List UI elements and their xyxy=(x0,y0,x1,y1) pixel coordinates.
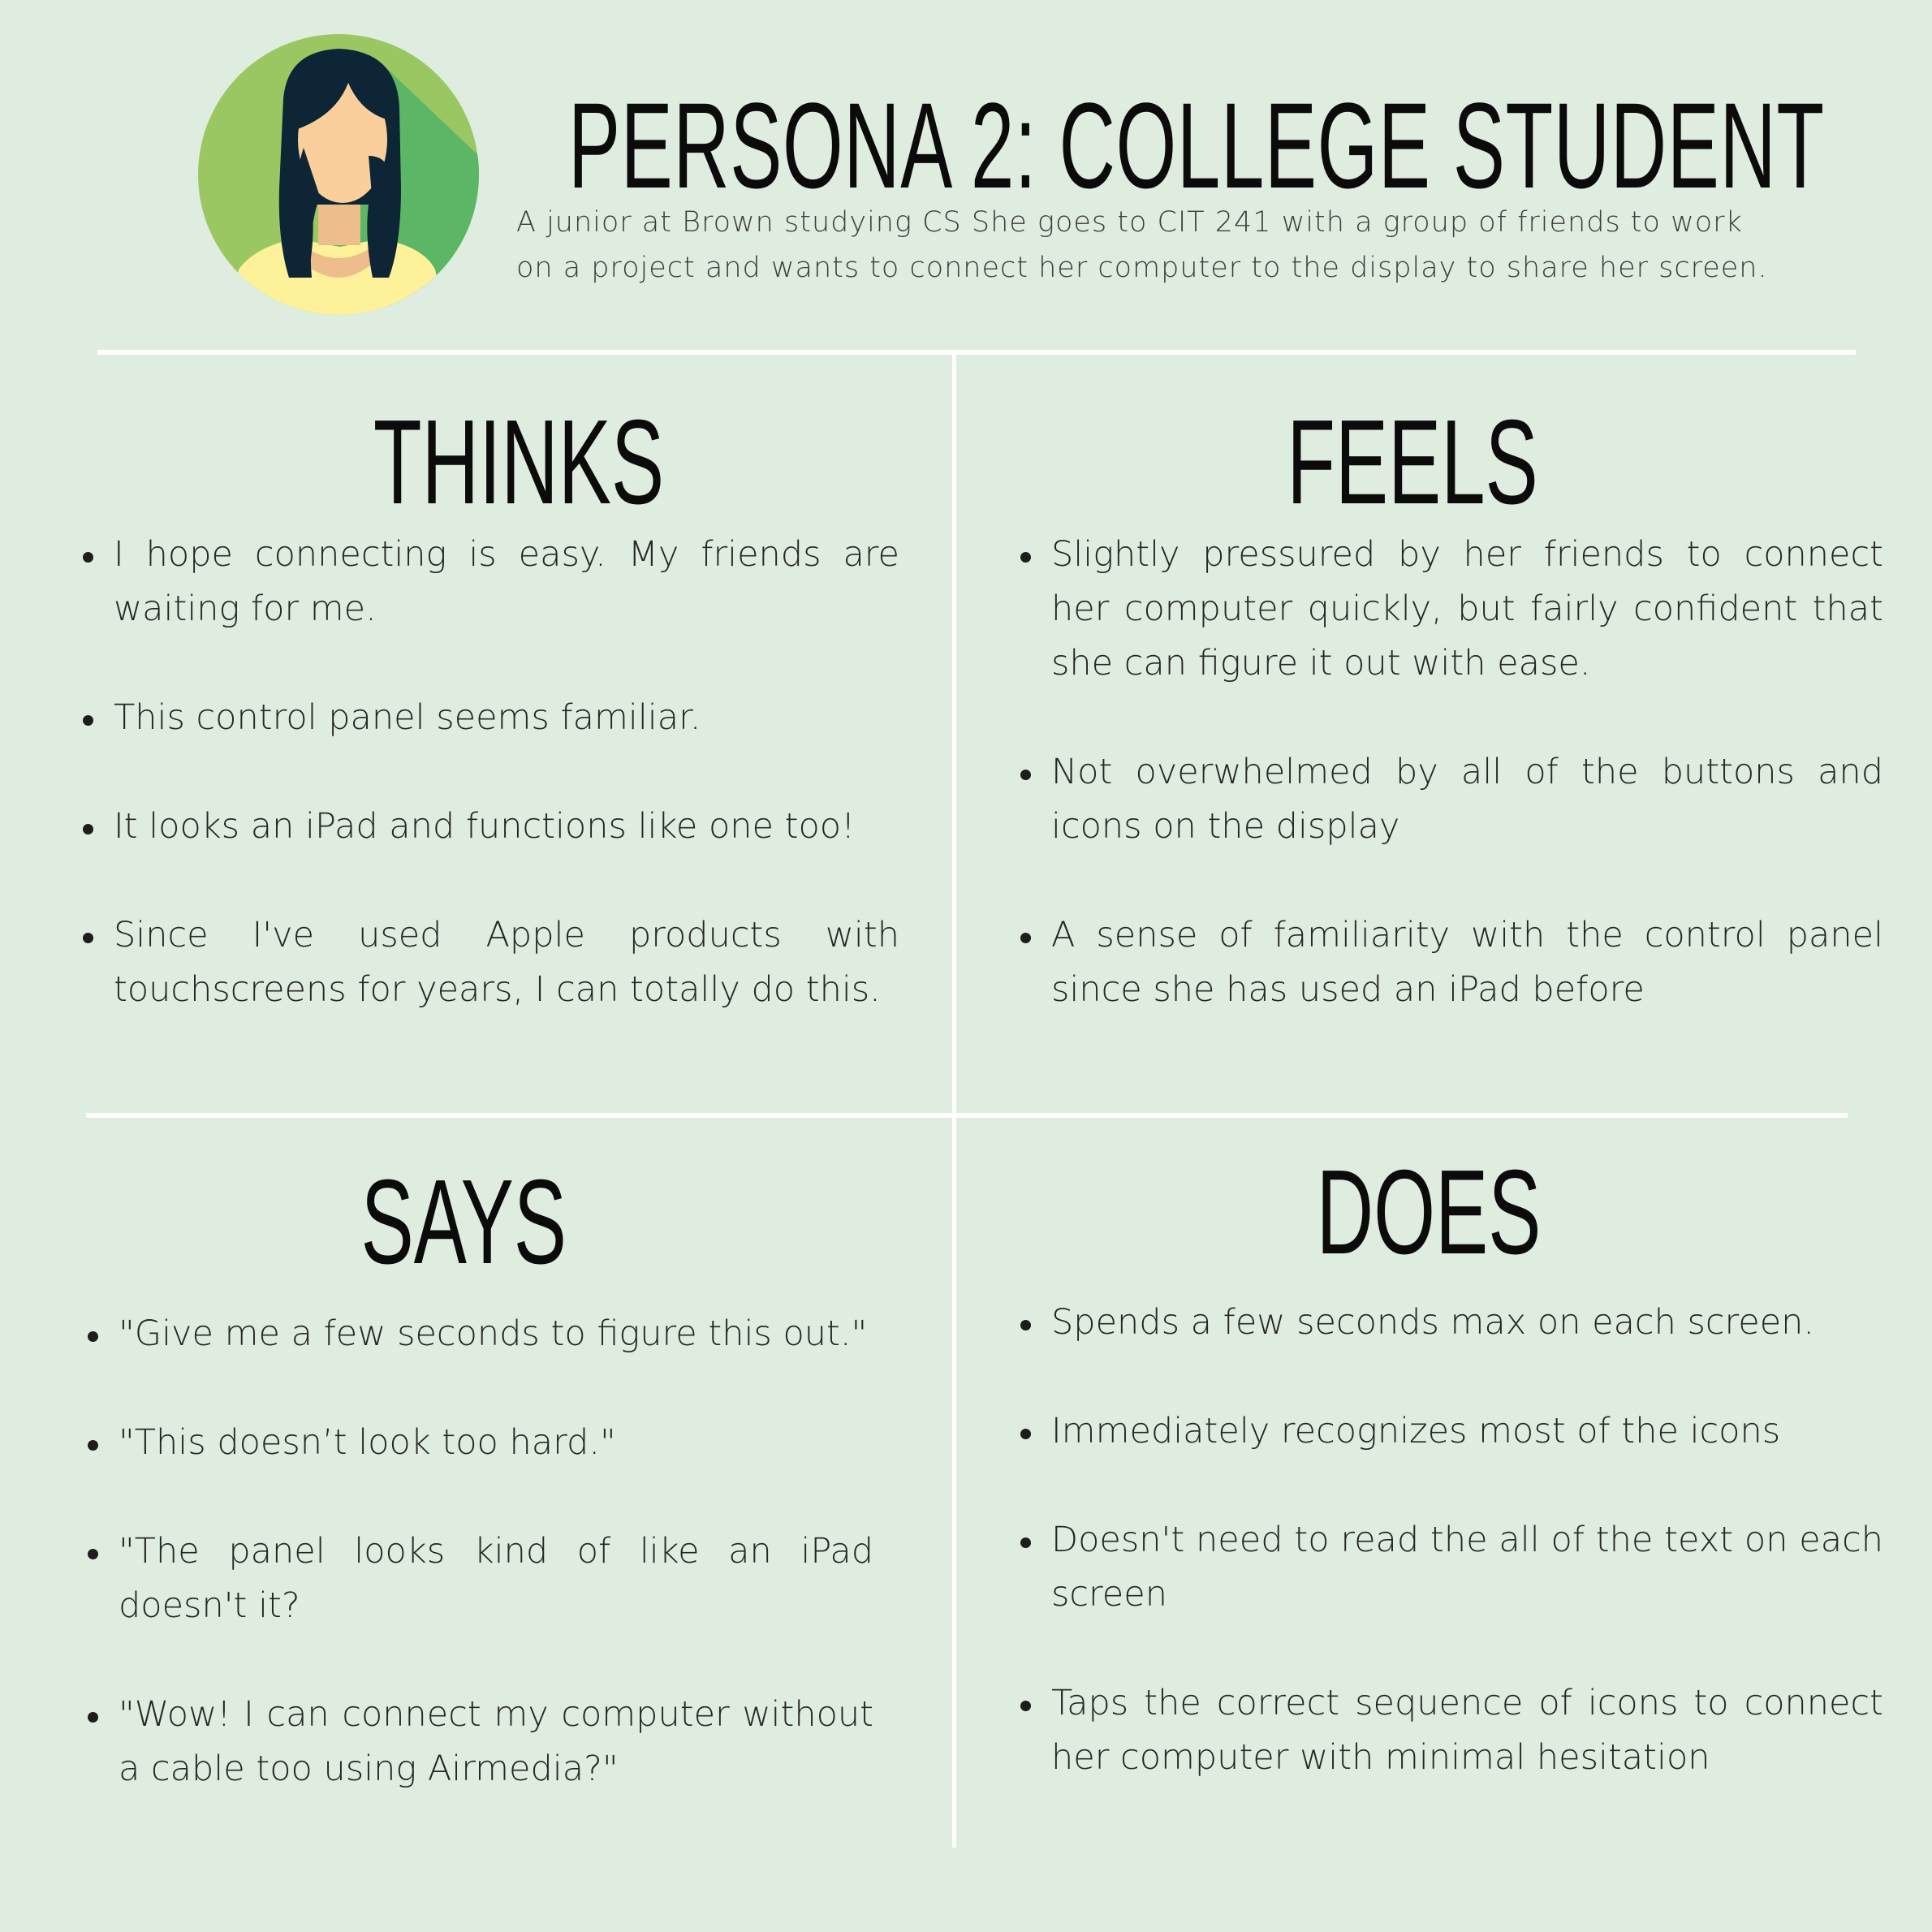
list-item: Since I've used Apple products with touc… xyxy=(81,908,899,1017)
list-item: "Give me a few seconds to figure this ou… xyxy=(86,1307,873,1361)
says-heading: SAYS xyxy=(360,1155,567,1289)
list-item: "This doesn’t look too hard." xyxy=(86,1416,873,1470)
does-list: Spends a few seconds max on each screen.… xyxy=(1019,1296,1883,1785)
persona-description: A junior at Brown studying CS She goes t… xyxy=(516,206,1768,284)
page-title: PERSONA 2: COLLEGE STUDENT xyxy=(568,77,1825,213)
thinks-list: I hope connecting is easy. My friends ar… xyxy=(81,528,899,1017)
center-divider xyxy=(952,354,956,1848)
thinks-heading: THINKS xyxy=(373,395,665,529)
list-item: Immediately recognizes most of the icons xyxy=(1019,1404,1883,1459)
middle-divider xyxy=(86,1113,1848,1118)
list-item: "Wow! I can connect my computer without … xyxy=(86,1688,873,1796)
list-item: This control panel seems familiar. xyxy=(81,691,899,745)
feels-list: Slightly pressured by her friends to con… xyxy=(1019,528,1883,1017)
list-item: It looks an iPad and functions like one … xyxy=(81,800,899,854)
list-item: Not overwhelmed by all of the buttons an… xyxy=(1019,745,1883,854)
list-item: A sense of familiarity with the control … xyxy=(1019,908,1883,1017)
list-item: Taps the correct sequence of icons to co… xyxy=(1019,1676,1883,1785)
list-item: "The panel looks kind of like an iPad do… xyxy=(86,1524,873,1633)
says-list: "Give me a few seconds to figure this ou… xyxy=(86,1307,873,1796)
feels-heading: FEELS xyxy=(1287,395,1538,529)
does-heading: DOES xyxy=(1316,1145,1542,1279)
female-student-avatar-icon xyxy=(198,34,479,315)
list-item: Doesn't need to read the all of the text… xyxy=(1019,1513,1883,1622)
list-item: Spends a few seconds max on each screen. xyxy=(1019,1296,1883,1350)
list-item: I hope connecting is easy. My friends ar… xyxy=(81,528,899,636)
list-item: Slightly pressured by her friends to con… xyxy=(1019,528,1883,691)
top-divider xyxy=(97,350,1856,355)
